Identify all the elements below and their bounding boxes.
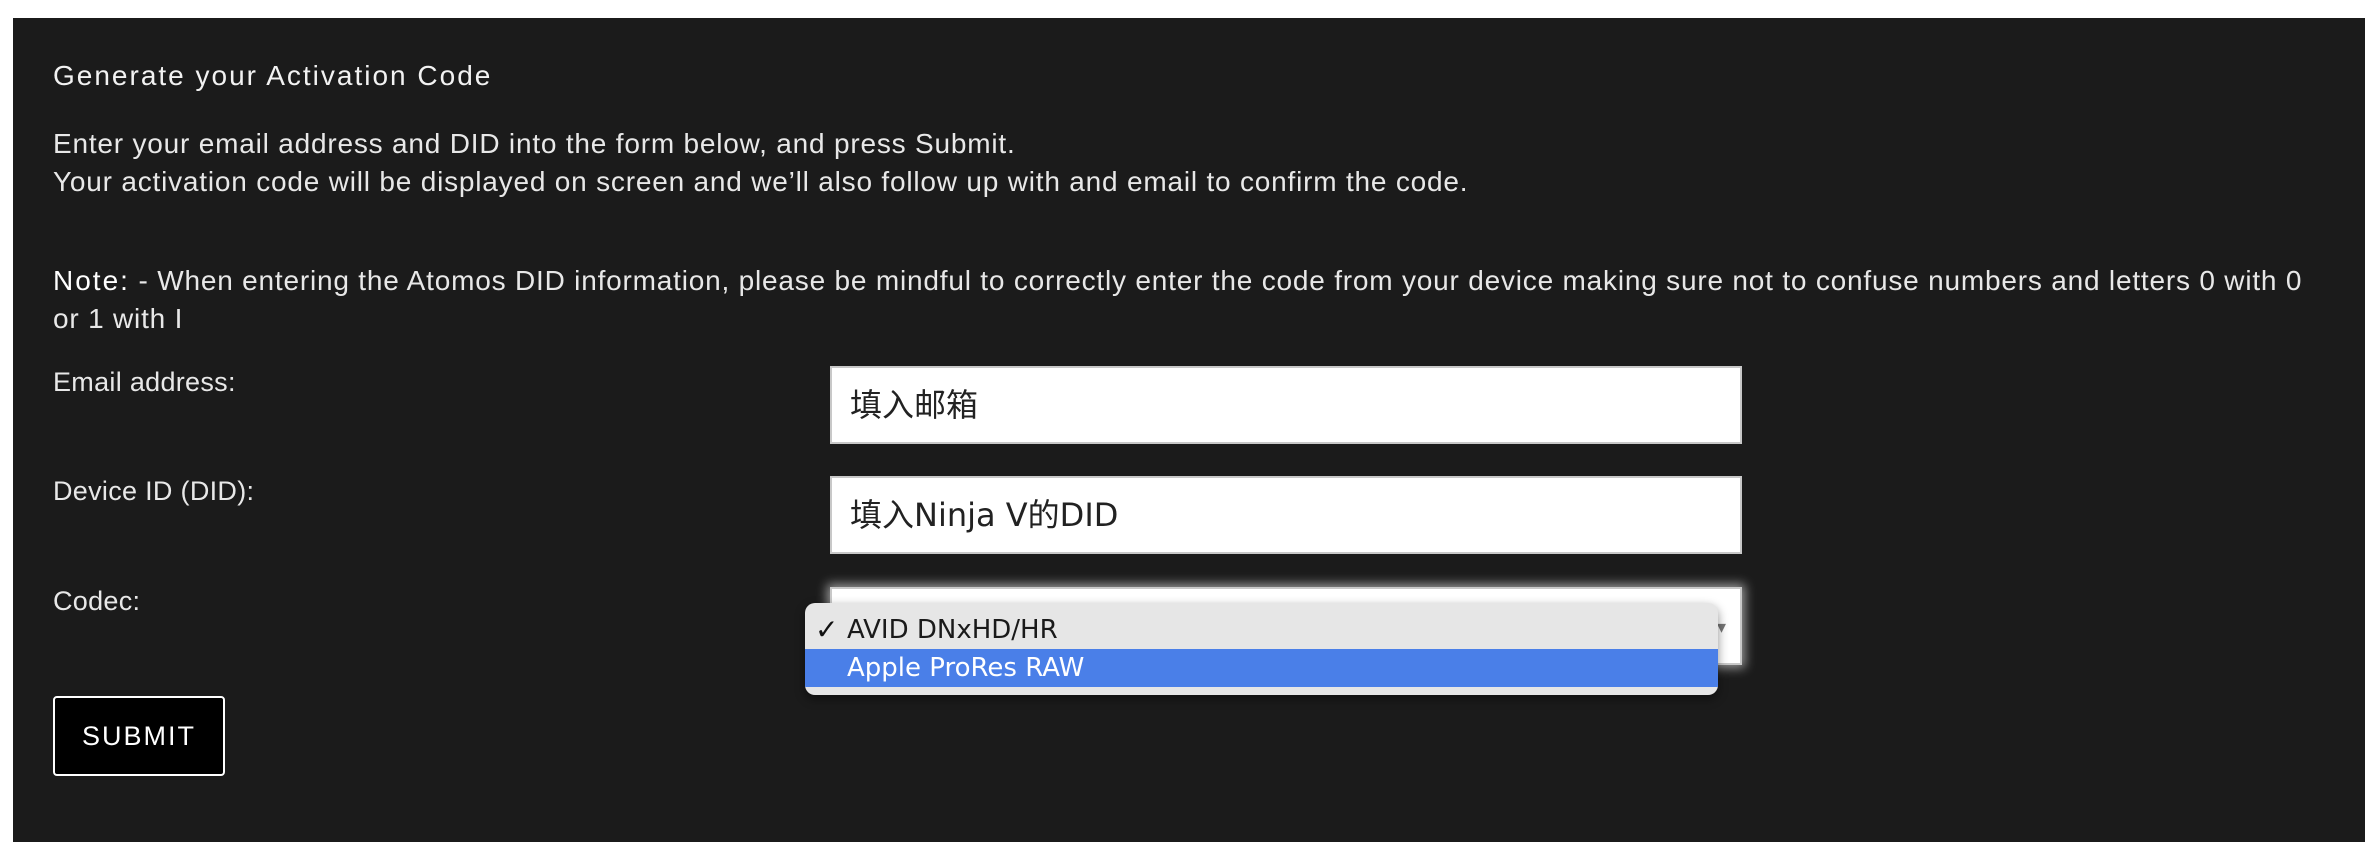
email-label: Email address: [53,367,236,397]
did-field-value: 填入Ninja V的DID [850,496,1119,534]
intro-line-2: Your activation code will be displayed o… [53,166,1469,197]
codec-option-label: Apple ProRes RAW [847,653,1085,683]
submit-button[interactable]: SUBMIT [53,696,225,776]
checkmark-icon: ✓ [815,613,839,646]
page-title: Generate your Activation Code [53,60,493,91]
note-text: Note: - When entering the Atomos DID inf… [53,262,2303,338]
codec-option-avid[interactable]: ✓ AVID DNxHD/HR [805,611,1718,649]
intro-line-1: Enter your email address and DID into th… [53,128,1016,159]
activation-panel: Generate your Activation Code Enter your… [13,18,2365,842]
codec-dropdown-menu: ✓ AVID DNxHD/HR Apple ProRes RAW [805,603,1718,695]
did-label: Device ID (DID): [53,476,255,506]
email-field[interactable]: 填入邮箱 [830,366,1742,444]
codec-option-label: AVID DNxHD/HR [847,615,1058,645]
chevron-down-icon: ▾ [1716,617,1726,637]
did-field[interactable]: 填入Ninja V的DID [830,476,1742,554]
email-field-value: 填入邮箱 [850,386,979,424]
intro-text: Enter your email address and DID into th… [53,125,1468,201]
note-body: - When entering the Atomos DID informati… [53,265,2303,334]
codec-option-prores-raw[interactable]: Apple ProRes RAW [805,649,1718,687]
note-label: Note: [53,265,130,296]
codec-label: Codec: [53,586,141,616]
